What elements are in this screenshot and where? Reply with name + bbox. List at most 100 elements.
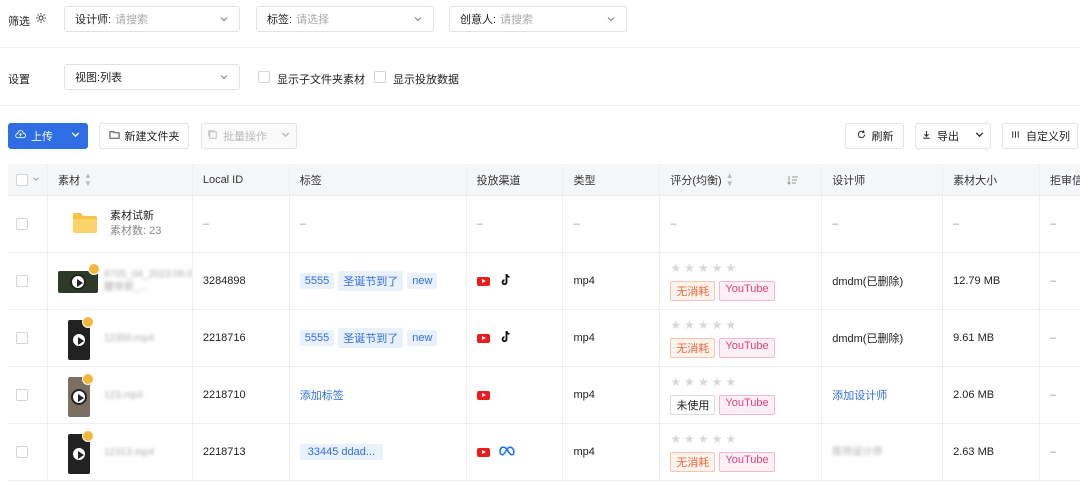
show-subfolder-checkbox[interactable] xyxy=(258,71,270,83)
file-name[interactable]: 8705_04_2023.06.02_腰背新_... xyxy=(104,268,192,294)
tag[interactable]: new xyxy=(407,273,438,289)
header-label: 设计师 xyxy=(832,174,866,187)
rating-cell: ★★★★★ 无消耗 YouTube xyxy=(660,424,823,480)
tag[interactable]: 5555 xyxy=(299,273,335,289)
tag[interactable]: 圣诞节到了 xyxy=(338,271,404,291)
table-row[interactable]: 12313.mp4 2218713 33445 ddad... mp4 ★★★★… xyxy=(8,424,1080,481)
play-icon[interactable] xyxy=(70,446,87,462)
header-designer: 设计师 xyxy=(822,164,944,195)
rating: ★★★★★ 无消耗 YouTube xyxy=(670,432,775,472)
upload-button[interactable]: 上传 xyxy=(8,123,88,149)
play-icon[interactable] xyxy=(70,332,87,348)
show-delivery-checkbox[interactable] xyxy=(374,71,386,83)
refresh-label: 刷新 xyxy=(871,131,894,143)
row-checkbox[interactable] xyxy=(16,218,28,230)
settings-row: 设置 视图: 列表 显示子文件夹素材 显示投放数据 xyxy=(0,64,1080,90)
tags-cell[interactable]: 5555 圣诞节到了 new xyxy=(290,310,467,366)
designer-filter[interactable]: 设计师: 请搜索 xyxy=(64,6,240,32)
material-cell[interactable]: 123.mp4 xyxy=(48,367,193,423)
tags-cell[interactable]: 添加标签 xyxy=(290,367,467,423)
folder-name[interactable]: 素材试新 xyxy=(110,209,161,224)
header-rating[interactable]: 评分(均衡) ▲ ▼ xyxy=(660,164,823,195)
channels-cell xyxy=(467,367,564,423)
batch-operations-button[interactable]: 批量操作 xyxy=(201,123,297,149)
badge-icon xyxy=(81,373,94,385)
table-row[interactable]: 8705_04_2023.06.02_腰背新_... 3284898 5555 … xyxy=(8,253,1080,310)
row-checkbox[interactable] xyxy=(16,446,28,458)
add-tag-link[interactable]: 添加标签 xyxy=(300,387,344,403)
creator-filter[interactable]: 创意人: 请搜索 xyxy=(449,6,627,32)
designer-filter-key: 设计师: xyxy=(75,14,112,26)
empty-value: – xyxy=(1050,446,1057,458)
table-row[interactable]: 12350.mp4 2218716 5555 圣诞节到了 new mp4 ★★★… xyxy=(8,310,1080,367)
empty-value: – xyxy=(476,218,483,230)
tag[interactable]: 5555 xyxy=(299,330,335,346)
sort-icon[interactable]: ▲ ▼ xyxy=(726,171,734,188)
sort-icon[interactable]: ▲ ▼ xyxy=(84,171,92,188)
custom-columns-button[interactable]: 自定义列 xyxy=(1002,123,1078,149)
star-rating[interactable]: ★★★★★ xyxy=(670,432,774,446)
video-thumbnail[interactable] xyxy=(58,430,98,474)
video-thumbnail[interactable] xyxy=(57,261,100,301)
view-select[interactable]: 视图: 列表 xyxy=(64,64,240,90)
empty-value: – xyxy=(670,218,677,230)
row-checkbox-cell xyxy=(8,196,48,252)
channels-cell xyxy=(467,424,564,480)
tag[interactable]: 圣诞节到了 xyxy=(338,328,404,348)
tags-cell[interactable]: 33445 ddad... xyxy=(290,424,467,480)
material-cell[interactable]: 8705_04_2023.06.02_腰背新_... xyxy=(48,253,193,309)
file-name[interactable]: 12350.mp4 xyxy=(104,332,154,345)
play-icon[interactable] xyxy=(70,389,87,405)
folder-count: 素材数: 23 xyxy=(109,225,162,237)
table-row[interactable]: 123.mp4 2218710 添加标签 mp4 ★★★★★ 未使用 YouTu… xyxy=(8,367,1080,424)
rating: ★★★★★ 无消耗 YouTube xyxy=(670,318,775,358)
header-label: Local ID xyxy=(202,173,244,186)
material-cell[interactable]: 12350.mp4 xyxy=(48,310,193,366)
material-cell[interactable]: 素材试新 素材数: 23 xyxy=(48,196,193,252)
chevron-down-icon[interactable] xyxy=(32,174,40,186)
youtube-icon xyxy=(476,333,490,343)
size-cell: 2.06 MB xyxy=(943,367,1041,423)
badge-icon xyxy=(81,316,94,328)
row-checkbox[interactable] xyxy=(16,275,28,287)
play-icon[interactable] xyxy=(69,274,86,290)
filter-label: 筛选 xyxy=(8,16,30,28)
rating: ★★★★★ 无消耗 YouTube xyxy=(670,261,775,301)
tags-cell[interactable]: 5555 圣诞节到了 new xyxy=(290,253,467,309)
empty-value: – xyxy=(1050,275,1057,287)
export-button[interactable]: 导出 xyxy=(915,123,991,149)
tags-filter[interactable]: 标签: 请选择 xyxy=(256,6,434,32)
new-folder-button[interactable]: 新建文件夹 xyxy=(99,123,189,149)
header-material[interactable]: 素材 ▲ ▼ xyxy=(48,164,193,195)
header-size: 素材大小 xyxy=(943,164,1041,195)
refresh-button[interactable]: 刷新 xyxy=(845,123,904,149)
file-name[interactable]: 123.mp4 xyxy=(104,389,143,402)
star-rating[interactable]: ★★★★★ xyxy=(670,261,774,275)
chevron-down-icon xyxy=(219,14,229,24)
gear-icon[interactable] xyxy=(35,12,47,27)
file-name[interactable]: 12313.mp4 xyxy=(104,446,154,459)
creator-filter-placeholder: 请搜索 xyxy=(500,14,534,26)
status-pills: 无消耗 YouTube xyxy=(670,281,775,301)
row-checkbox-cell xyxy=(8,310,48,366)
star-rating[interactable]: ★★★★★ xyxy=(670,318,774,332)
table-row-folder[interactable]: 素材试新 素材数: 23 – – – – – – – – xyxy=(8,196,1080,253)
tag[interactable]: 33445 ddad... xyxy=(299,444,384,460)
material-cell[interactable]: 12313.mp4 xyxy=(48,424,193,480)
upload-button-label: 上传 xyxy=(31,131,53,143)
file-type: mp4 xyxy=(573,332,595,344)
row-checkbox[interactable] xyxy=(16,389,28,401)
select-all-checkbox[interactable] xyxy=(16,173,28,186)
header-label: 拒审信 xyxy=(1050,174,1080,187)
badge-icon xyxy=(81,430,94,442)
add-designer-link[interactable]: 添加设计师 xyxy=(832,387,887,403)
star-rating[interactable]: ★★★★★ xyxy=(670,375,774,389)
designer-cell[interactable]: 添加设计师 xyxy=(822,367,944,423)
video-thumbnail[interactable] xyxy=(58,373,98,417)
video-thumbnail[interactable] xyxy=(58,316,98,360)
local-id-cell: – xyxy=(193,196,290,252)
sort-desc-icon[interactable] xyxy=(787,175,799,188)
type-cell: mp4 xyxy=(563,424,661,480)
row-checkbox[interactable] xyxy=(16,332,28,344)
tag[interactable]: new xyxy=(407,330,438,346)
